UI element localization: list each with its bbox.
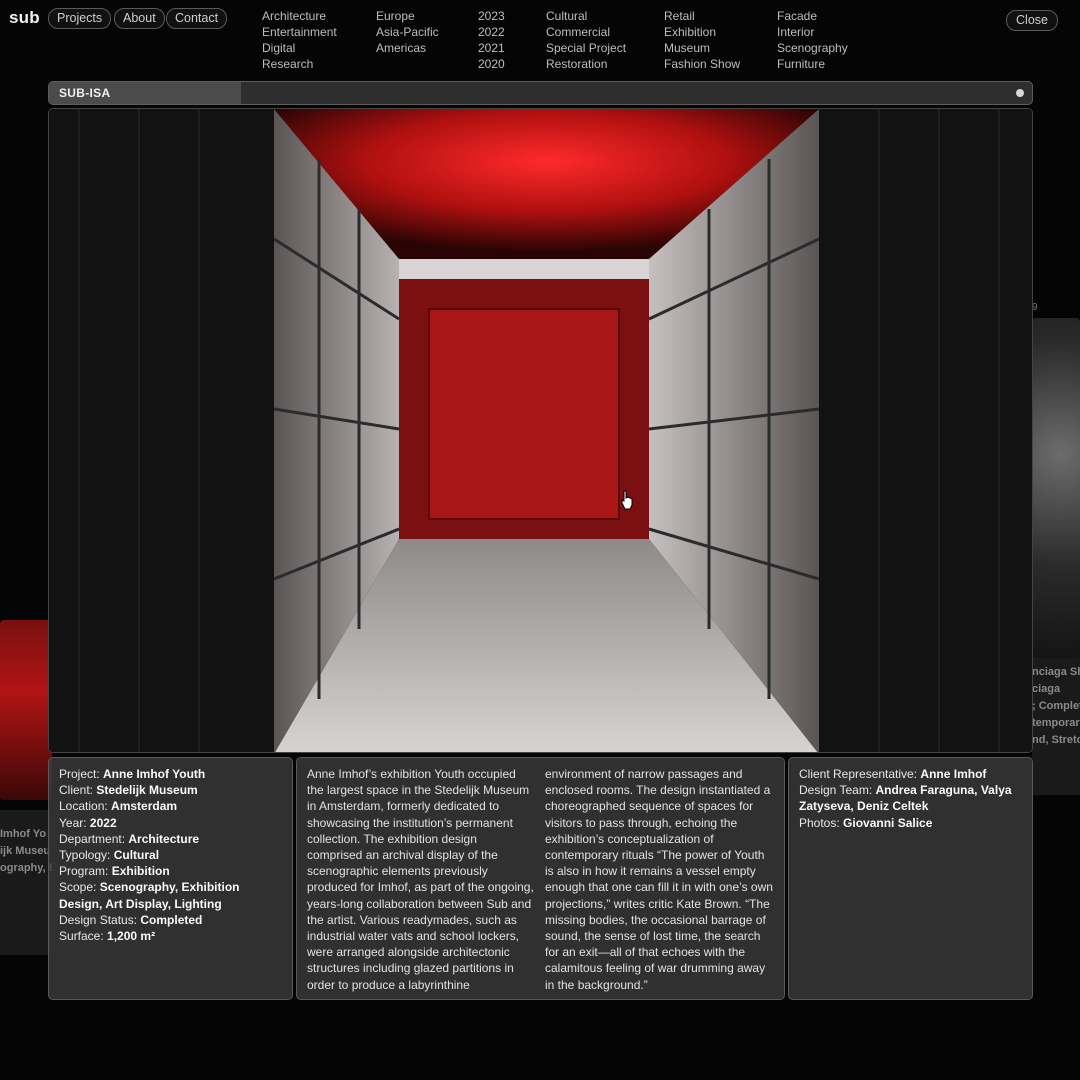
detail-row: Program: Exhibition: [59, 863, 282, 879]
filter-item[interactable]: Architecture: [262, 8, 337, 24]
background-left-line: ography, E: [0, 862, 52, 874]
filter-item[interactable]: Commercial: [546, 24, 626, 40]
filter-item[interactable]: Entertainment: [262, 24, 337, 40]
detail-row: Typology: Cultural: [59, 847, 282, 863]
background-right-line: temporary: [1032, 717, 1080, 729]
filter-item[interactable]: Facade: [777, 8, 848, 24]
filter-item[interactable]: Fashion Show: [664, 56, 740, 72]
filter-item[interactable]: Restoration: [546, 56, 626, 72]
filter-item[interactable]: Europe: [376, 8, 439, 24]
detail-value: Cultural: [113, 848, 160, 863]
nav-contact-button[interactable]: Contact: [166, 8, 228, 29]
detail-value: Amsterdam: [111, 799, 178, 814]
filter-item[interactable]: Special Project: [546, 40, 626, 56]
background-thumbnail-left[interactable]: [0, 620, 52, 800]
credit-label: Client Representative:: [799, 767, 921, 781]
filter-program: Retail Exhibition Museum Fashion Show: [664, 8, 740, 72]
detail-row: Client: Stedelijk Museum: [59, 782, 282, 798]
filter-item[interactable]: Digital: [262, 40, 337, 56]
detail-label: Scope:: [59, 880, 100, 895]
status-dot-icon[interactable]: [1016, 89, 1024, 97]
detail-row: Design Status: Completed: [59, 912, 282, 928]
detail-label: Year:: [59, 815, 90, 830]
filter-item[interactable]: Cultural: [546, 8, 626, 24]
project-details-panel: Project: Anne Imhof Youth Client: Stedeli…: [48, 757, 293, 1000]
filter-item[interactable]: Exhibition: [664, 24, 740, 40]
filter-item[interactable]: Interior: [777, 24, 848, 40]
detail-label: Program:: [59, 864, 112, 879]
detail-value: Anne Imhof Youth: [103, 767, 206, 781]
background-right-line: nciaga Sh: [1032, 666, 1080, 678]
credit-value: Anne Imhof: [920, 767, 987, 781]
detail-value: 2022: [89, 815, 117, 830]
filter-item[interactable]: Asia-Pacific: [376, 24, 439, 40]
background-right-line: ciaga: [1032, 683, 1061, 695]
background-card-left-text: Imhof Yo ijk Museu ography, E: [0, 826, 52, 877]
project-title: SUB-ISA: [59, 86, 111, 100]
detail-value: Completed: [140, 912, 203, 927]
credit-row: Design Team: Andrea Faraguna, Valya Zaty…: [799, 782, 1022, 814]
background-card-right-text: nciaga Sh ciaga ; Complet temporary nd, …: [1032, 664, 1080, 749]
filter-item[interactable]: Furniture: [777, 56, 848, 72]
filter-item[interactable]: Research: [262, 56, 337, 72]
nav-projects-button[interactable]: Projects: [48, 8, 112, 29]
detail-row: Scope: Scenography, Exhibition Design, A…: [59, 879, 282, 911]
filter-item[interactable]: Americas: [376, 40, 439, 56]
detail-row: Location: Amsterdam: [59, 798, 282, 814]
detail-value: Exhibition: [111, 864, 170, 879]
filter-item[interactable]: 2021: [478, 40, 505, 56]
project-title-bar: SUB-ISA: [48, 81, 1033, 105]
filter-year: 2023 2022 2021 2020: [478, 8, 505, 72]
detail-value: Architecture: [128, 831, 200, 846]
filter-item[interactable]: 2023: [478, 8, 505, 24]
credit-label: Design Team:: [799, 783, 876, 798]
hand-cursor-icon: [621, 490, 633, 510]
description-column-1: Anne Imhof’s exhibition Youth occupied t…: [307, 767, 534, 992]
credit-label: Photos:: [799, 815, 844, 830]
detail-label: Department:: [59, 831, 129, 846]
close-button[interactable]: Close: [1006, 10, 1058, 31]
detail-label: Project:: [59, 767, 104, 781]
description-column-2: environment of narrow passages and enclo…: [545, 767, 773, 992]
project-image[interactable]: [48, 108, 1033, 753]
credit-row: Photos: Giovanni Salice: [799, 815, 1022, 831]
filter-item[interactable]: Museum: [664, 40, 740, 56]
detail-label: Location:: [59, 799, 112, 814]
detail-row: Surface: 1,200 m²: [59, 928, 282, 944]
detail-value: Stedelijk Museum: [96, 783, 198, 798]
filter-department: Architecture Entertainment Digital Resea…: [262, 8, 337, 72]
filter-scope: Facade Interior Scenography Furniture: [777, 8, 848, 72]
filter-region: Europe Asia-Pacific Americas: [376, 8, 439, 56]
detail-label: Surface:: [59, 929, 108, 944]
project-description-panel: Anne Imhof’s exhibition Youth occupied t…: [296, 757, 785, 1000]
background-right-line: nd, Stretc: [1032, 734, 1080, 746]
detail-label: Typology:: [59, 848, 114, 863]
background-left-line: Imhof Yo: [0, 828, 47, 840]
project-credits-panel: Client Representative: Anne Imhof Design …: [788, 757, 1033, 1000]
background-thumbnail-right[interactable]: [1032, 318, 1080, 658]
detail-label: Client:: [59, 783, 97, 798]
background-right-line: ; Complet: [1032, 700, 1080, 712]
detail-value: 1,200 m²: [107, 929, 156, 944]
detail-row: Year: 2022: [59, 815, 282, 831]
nav-about-button[interactable]: About: [114, 8, 165, 29]
filter-item[interactable]: 2022: [478, 24, 505, 40]
filter-item[interactable]: 2020: [478, 56, 505, 72]
background-left-line: ijk Museu: [0, 845, 51, 857]
top-navigation: sub Projects About Contact Architecture …: [0, 0, 1080, 78]
filter-typology: Cultural Commercial Special Project Rest…: [546, 8, 626, 72]
filter-item[interactable]: Scenography: [777, 40, 848, 56]
detail-label: Design Status:: [59, 912, 141, 927]
detail-row: Project: Anne Imhof Youth: [59, 766, 282, 782]
logo[interactable]: sub: [9, 8, 40, 28]
credit-value: Giovanni Salice: [843, 815, 933, 830]
corridor-photo: [49, 109, 1032, 752]
detail-row: Department: Architecture: [59, 831, 282, 847]
credit-row: Client Representative: Anne Imhof: [799, 766, 1022, 782]
filter-item[interactable]: Retail: [664, 8, 740, 24]
